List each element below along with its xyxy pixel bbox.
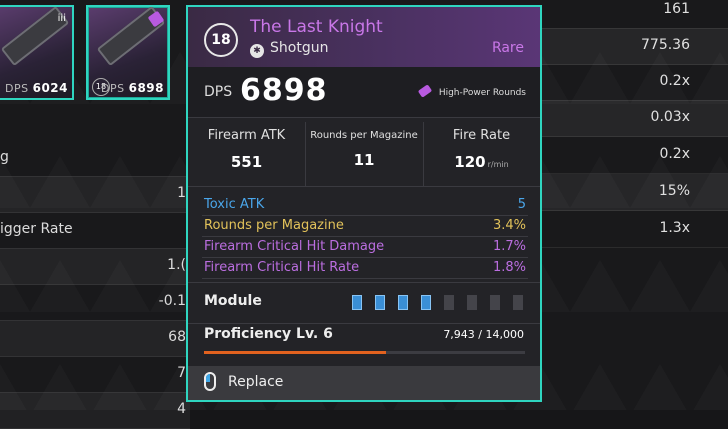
- right-stat-row: 0.2x: [540, 64, 728, 101]
- weapon-card-dps: DPS 6024: [5, 81, 68, 95]
- module-slot-filled: [421, 295, 431, 310]
- module-slot-filled: [352, 295, 362, 310]
- sub-stat-value: 1.7%: [492, 239, 526, 254]
- right-stat-row: 15%: [540, 174, 728, 211]
- proficiency-label: Proficiency Lv. 6: [204, 326, 333, 342]
- left-stat-value: -0.1: [158, 293, 186, 309]
- main-stat-label: Fire Rate: [452, 128, 511, 143]
- main-stat: Firearm ATK 551: [188, 122, 306, 186]
- weapon-card-dps-label: DPS: [101, 82, 125, 95]
- main-stats: Firearm ATK 551 Rounds per Magazine 11 F…: [188, 122, 540, 187]
- left-stat-value: 1: [177, 185, 186, 201]
- right-stat-row: 775.36: [540, 28, 728, 65]
- left-stat-row: g: [0, 140, 190, 177]
- weapon-card-dps-label: DPS: [5, 82, 29, 95]
- dps-row: DPS 6898 High-Power Rounds: [188, 67, 540, 118]
- ammo-type: High-Power Rounds: [417, 84, 526, 98]
- left-stat-value: 4: [177, 401, 186, 417]
- module-slot-empty: [444, 295, 454, 310]
- right-stat-list: 161 775.36 0.2x 0.03x 0.2x 15% 1.3x: [540, 0, 728, 410]
- right-stat-value: 0.03x: [650, 109, 690, 125]
- right-stat-row: 0.2x: [540, 137, 728, 174]
- right-stat-value: 1.3x: [659, 220, 690, 236]
- sub-stat-value: 5: [517, 197, 526, 212]
- left-stat-label: g: [0, 149, 9, 165]
- shotgun-icon: ✱: [250, 44, 264, 58]
- left-stat-label: igger Rate: [0, 221, 73, 237]
- weapon-card[interactable]: iii DPS 6024: [0, 5, 74, 100]
- tooltip-header: 18 The Last Knight ✱ Shotgun Rare: [188, 7, 540, 67]
- weapon-type-label: Shotgun: [270, 40, 329, 56]
- main-stat-value: 120 r/min: [423, 153, 540, 171]
- sub-stat-row: Firearm Critical Hit Rate 1.8%: [202, 257, 528, 279]
- sub-stat-label: Firearm Critical Hit Damage: [204, 239, 385, 254]
- weapon-tier-icon: iii: [57, 13, 66, 24]
- module-slot-filled: [398, 295, 408, 310]
- proficiency-bar-fill: [204, 351, 386, 354]
- weapon-tooltip: 18 The Last Knight ✱ Shotgun Rare DPS 689…: [186, 5, 542, 402]
- sub-stat-value: 3.4%: [492, 218, 526, 233]
- proficiency-value: 7,943 / 14,000: [443, 328, 524, 341]
- main-stat-value: 11: [353, 151, 375, 169]
- left-stat-value: 68: [168, 329, 186, 345]
- main-stat-value: 551: [230, 153, 263, 171]
- main-stat: Rounds per Magazine 11: [305, 122, 424, 186]
- sub-stat-label: Rounds per Magazine: [204, 218, 344, 233]
- weapon-rarity: Rare: [491, 40, 524, 56]
- left-stat-row: igger Rate: [0, 212, 190, 249]
- module-slot-filled: [375, 295, 385, 310]
- weapon-name: The Last Knight: [250, 17, 383, 37]
- main-stat-label: Firearm ATK: [207, 128, 286, 143]
- left-stat-row: 1.(: [0, 248, 190, 285]
- right-stat-row: 161: [540, 0, 728, 29]
- replace-label: Replace: [228, 374, 284, 390]
- sub-stat-label: Toxic ATK: [204, 197, 265, 212]
- sub-stat-row: Rounds per Magazine 3.4%: [202, 215, 528, 237]
- dps-label: DPS: [204, 84, 233, 100]
- fire-rate-unit: r/min: [487, 160, 509, 169]
- weapon-card-dps: DPS 6898: [101, 81, 164, 95]
- proficiency-row: Proficiency Lv. 6 7,943 / 14,000: [188, 323, 540, 363]
- sub-stat-value: 1.8%: [492, 260, 526, 275]
- left-stat-row: 7: [0, 356, 190, 393]
- high-power-rounds-icon: [417, 84, 433, 98]
- ammo-type-label: High-Power Rounds: [438, 88, 526, 98]
- main-stat-label: Rounds per Magazine: [310, 130, 418, 141]
- module-slot-empty: [467, 295, 477, 310]
- left-stat-row: 68: [0, 320, 190, 357]
- right-stat-value: 775.36: [641, 37, 690, 53]
- module-slot-empty: [513, 295, 523, 310]
- dps-value: 6898: [240, 73, 328, 108]
- right-stat-row: 1.3x: [540, 211, 728, 248]
- sub-stat-label: Firearm Critical Hit Rate: [204, 260, 360, 275]
- left-stat-value: 1.(: [167, 257, 186, 273]
- sub-stat-row: Firearm Critical Hit Damage 1.7%: [202, 236, 528, 258]
- right-stat-row: 0.03x: [540, 100, 728, 137]
- module-label: Module: [204, 293, 262, 309]
- mouse-left-click-icon: [204, 372, 216, 391]
- right-stat-value: 0.2x: [659, 146, 690, 162]
- sub-stat-row: Toxic ATK 5: [202, 194, 528, 216]
- weapon-level-badge: 18: [204, 23, 238, 57]
- weapon-card-selected[interactable]: 18 DPS 6898: [86, 5, 170, 100]
- weapon-card-dps-value: 6898: [128, 81, 164, 95]
- right-stat-value: 15%: [658, 183, 690, 199]
- module-row: Module: [188, 282, 540, 324]
- right-stat-value: 0.2x: [659, 73, 690, 89]
- proficiency-bar: [204, 351, 525, 354]
- left-stat-row: 1: [0, 176, 190, 213]
- left-stat-row: 4: [0, 392, 190, 429]
- left-stat-row: -0.1: [0, 284, 190, 321]
- weapon-card-dps-value: 6024: [32, 81, 68, 95]
- replace-button[interactable]: Replace: [188, 366, 540, 400]
- fire-rate-value: 120: [454, 153, 486, 171]
- module-slot-empty: [490, 295, 500, 310]
- weapon-type: ✱ Shotgun: [250, 40, 328, 58]
- right-stat-value: 161: [663, 1, 690, 17]
- left-stat-value: 7: [177, 365, 186, 381]
- main-stat: Fire Rate 120 r/min: [423, 122, 540, 186]
